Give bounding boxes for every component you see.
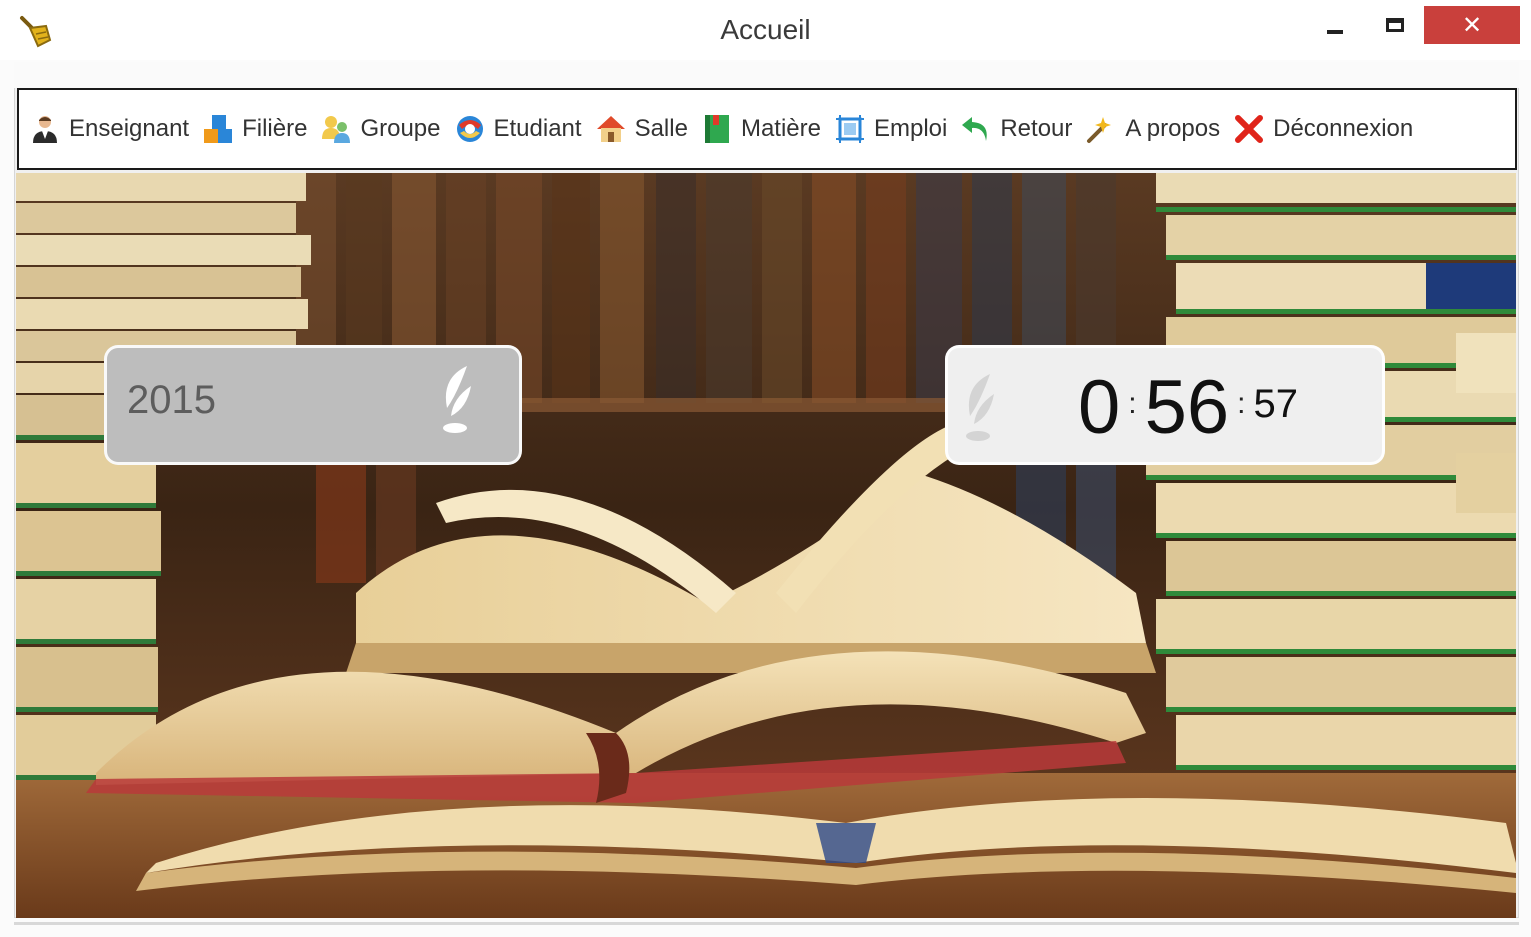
year-widget: 2015	[104, 345, 522, 465]
menu-enseignant[interactable]: Enseignant	[29, 113, 189, 145]
menu-matiere[interactable]: Matière	[701, 113, 821, 145]
menu-label: Salle	[634, 115, 688, 142]
group-icon	[322, 116, 351, 143]
menu-etudiant[interactable]: Etudiant	[454, 113, 582, 145]
top-strip	[14, 62, 1519, 88]
year-value: 2015	[127, 378, 216, 422]
clock-separator: :	[1128, 387, 1137, 420]
menu-retour[interactable]: Retour	[960, 113, 1072, 145]
main-menu-bar: Enseignant Filière Groupe Etudiant Salle…	[17, 88, 1517, 170]
main-window: Accueil ✕ Enseignant Filière Groupe Etud…	[0, 0, 1531, 937]
clock-separator: :	[1237, 387, 1246, 420]
menu-groupe[interactable]: Groupe	[320, 113, 441, 145]
window-bottom-border	[14, 922, 1519, 925]
menu-salle[interactable]: Salle	[595, 113, 688, 145]
red-x-icon	[1235, 115, 1264, 143]
title-bar[interactable]: Accueil ✕	[0, 0, 1531, 60]
leaf-icon	[966, 374, 994, 441]
maximize-button[interactable]	[1370, 6, 1420, 44]
menu-label: Déconnexion	[1273, 115, 1414, 142]
clock-hours: 0	[1078, 365, 1121, 450]
clock-minutes: 56	[1144, 365, 1230, 450]
menu-filiere[interactable]: Filière	[202, 113, 307, 145]
menu-label: Retour	[1000, 115, 1073, 142]
menu-label: Emploi	[873, 115, 948, 142]
back-arrow-icon	[962, 117, 988, 141]
house-icon	[596, 116, 625, 142]
minimize-button[interactable]	[1310, 6, 1360, 44]
menu-label: Etudiant	[493, 115, 582, 142]
close-button[interactable]: ✕	[1424, 6, 1520, 44]
menu-apropos[interactable]: A propos	[1085, 113, 1220, 145]
library-background-image	[16, 173, 1516, 918]
teacher-icon	[33, 116, 57, 143]
clock-display: 0 : 56 : 57	[1078, 370, 1298, 446]
close-icon: ✕	[1461, 11, 1483, 39]
menu-label: Filière	[242, 115, 308, 142]
magic-wand-icon	[1087, 117, 1112, 143]
menu-label: A propos	[1125, 115, 1221, 142]
student-icon	[456, 116, 483, 142]
menu-deconnexion[interactable]: Déconnexion	[1233, 113, 1413, 145]
window-title: Accueil	[720, 14, 811, 45]
minimize-icon	[1327, 30, 1343, 34]
blocks-icon	[204, 115, 233, 143]
maximize-icon	[1386, 18, 1404, 32]
menu-label: Matière	[740, 115, 821, 142]
menu-label: Enseignant	[69, 115, 190, 142]
book-icon	[704, 115, 729, 143]
menu-label: Groupe	[360, 115, 441, 142]
schedule-icon	[835, 115, 864, 143]
clock-seconds: 57	[1253, 382, 1299, 426]
menu-emploi[interactable]: Emploi	[834, 113, 947, 145]
clock-widget: 0 : 56 : 57	[945, 345, 1385, 465]
leaf-icon	[443, 366, 471, 433]
